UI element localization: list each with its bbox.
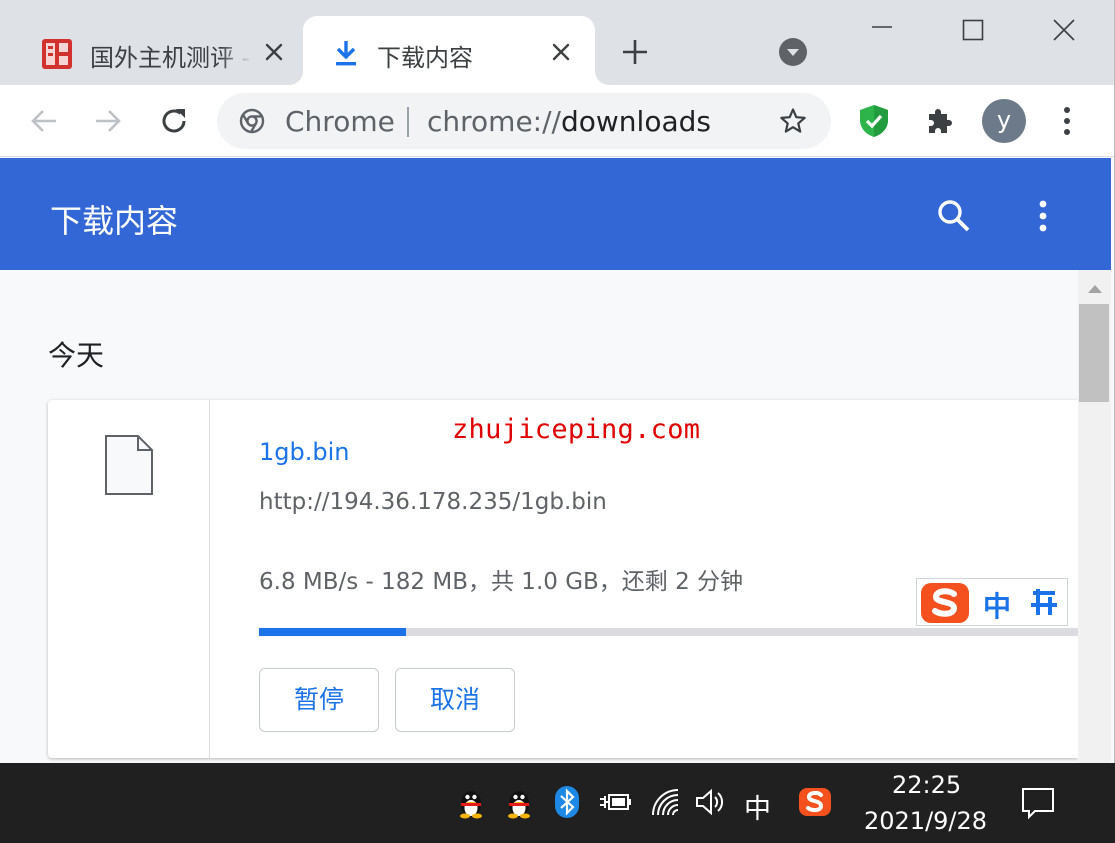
tab-downloads[interactable]: 下载内容 [303, 16, 595, 85]
url-scheme: chrome:// [427, 105, 561, 138]
progress-bar-fill [259, 628, 407, 636]
battery-charging-icon[interactable] [598, 785, 632, 819]
volume-icon[interactable] [694, 785, 728, 819]
security-chip: Chrome [285, 105, 395, 138]
ime-mode-indicator[interactable]: 中 [983, 585, 1011, 625]
more-actions-kebab-icon[interactable] [1030, 198, 1056, 234]
address-bar[interactable]: Chrome chrome://downloads [217, 93, 831, 149]
download-icon [336, 41, 356, 66]
action-center-notification-icon[interactable] [1020, 785, 1056, 821]
clock-time[interactable]: 22:25 [892, 771, 961, 799]
close-tab-icon[interactable] [262, 40, 286, 64]
tab-search-dropdown-icon[interactable] [778, 37, 808, 67]
page-header: 下载内容 [0, 158, 1111, 270]
back-arrow-icon[interactable] [28, 105, 60, 137]
tab-site[interactable]: 国外主机测评 - [22, 16, 300, 85]
reload-icon[interactable] [158, 105, 190, 137]
tab-title: 下载内容 [377, 44, 473, 72]
extensions-puzzle-icon[interactable] [924, 105, 956, 137]
profile-avatar[interactable]: y [982, 99, 1026, 143]
sogou-tray-icon[interactable] [798, 785, 832, 819]
bluetooth-icon[interactable] [550, 785, 584, 819]
cancel-button[interactable]: 取消 [395, 668, 515, 732]
page-scrollbar[interactable] [1078, 270, 1111, 763]
pause-button[interactable]: 暂停 [259, 668, 379, 732]
chip-divider [407, 107, 409, 137]
browser-toolbar: Chrome chrome://downloads y [0, 85, 1114, 157]
downloads-page: 下载内容 今天 1gb.bin http://194.36.178.235/1g… [0, 158, 1111, 763]
scroll-up-arrow-icon[interactable] [1085, 280, 1105, 296]
chrome-logo-icon [239, 108, 265, 134]
shield-extension-icon[interactable] [856, 103, 892, 139]
sogou-logo-icon [921, 583, 969, 623]
minimize-window-icon[interactable] [871, 16, 893, 38]
scrollbar-thumb[interactable] [1079, 304, 1109, 402]
close-window-icon[interactable] [1052, 18, 1076, 42]
source-url[interactable]: http://194.36.178.235/1gb.bin [259, 489, 607, 515]
browser-menu-kebab-icon[interactable] [1054, 105, 1080, 137]
input-language-indicator[interactable]: 中 [744, 787, 771, 826]
site-seal-icon [42, 39, 72, 69]
search-icon[interactable] [936, 198, 972, 234]
url-text[interactable]: chrome://downloads [427, 105, 711, 138]
file-icon [105, 435, 153, 495]
download-status: 6.8 MB/s - 182 MB，共 1.0 GB，还剩 2 分钟 [259, 569, 744, 595]
url-path: downloads [560, 105, 711, 138]
page-title: 下载内容 [50, 202, 179, 240]
bookmark-star-icon[interactable] [779, 107, 807, 135]
file-name-link[interactable]: 1gb.bin [259, 438, 349, 466]
new-tab-plus-icon[interactable] [620, 37, 650, 67]
forward-arrow-icon[interactable] [92, 105, 124, 137]
wifi-icon[interactable] [648, 785, 682, 819]
qq-penguin-icon[interactable] [454, 785, 488, 819]
watermark-text: zhujiceping.com [452, 414, 701, 445]
progress-bar [259, 628, 1078, 636]
tab-title: 国外主机测评 - [90, 44, 251, 72]
card-divider [209, 400, 210, 758]
tab-strip: 国外主机测评 - 下载内容 [0, 0, 1114, 85]
qq-penguin-icon[interactable] [502, 785, 536, 819]
maximize-window-icon[interactable] [962, 19, 984, 41]
date-group-heading: 今天 [48, 339, 105, 372]
close-tab-icon[interactable] [549, 40, 573, 64]
browser-window: 国外主机测评 - 下载内容 Chrome chrome://downloads … [0, 0, 1115, 763]
windows-taskbar: 中 22:25 2021/9/28 [0, 763, 1115, 843]
clock-date[interactable]: 2021/9/28 [864, 807, 987, 835]
ime-status-bar[interactable]: 中 [916, 578, 1068, 626]
punctuation-mode-icon[interactable] [1027, 585, 1061, 619]
